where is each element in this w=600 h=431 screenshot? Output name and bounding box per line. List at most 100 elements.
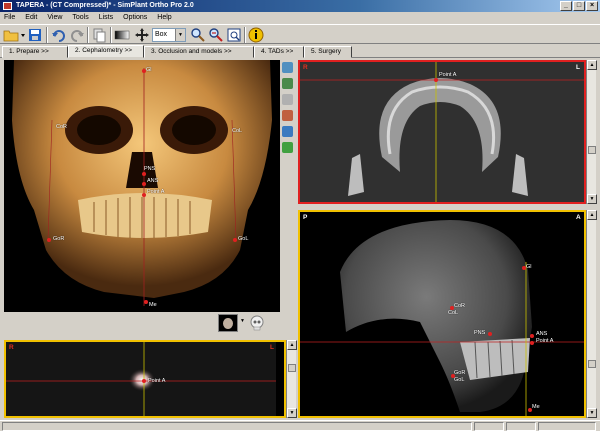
landmark-dot[interactable] [142, 172, 146, 176]
chevron-down-icon[interactable]: ▼ [175, 29, 185, 41]
box-select[interactable]: Box ▼ [152, 28, 186, 42]
layers-icon[interactable] [282, 94, 293, 105]
fit-window-icon[interactable] [226, 27, 242, 43]
sagittal-slice [300, 212, 584, 416]
scroll-down-button[interactable]: ▼ [287, 408, 297, 418]
status-bar [0, 420, 600, 431]
box-select-value: Box [155, 31, 168, 38]
toolbar-separator [46, 27, 48, 43]
scroll-up-button[interactable]: ▲ [587, 210, 597, 220]
zoom-out-icon[interactable] [208, 27, 224, 43]
cube-icon[interactable] [282, 142, 293, 153]
menu-tools[interactable]: Tools [72, 12, 88, 24]
close-button[interactable]: × [586, 1, 598, 11]
landmark-gol: GoL [454, 377, 465, 383]
status-panel [506, 422, 536, 431]
move-icon[interactable] [134, 27, 150, 43]
landmark-dot[interactable] [488, 332, 492, 336]
axial-slice-bottom [6, 342, 276, 416]
save-icon[interactable] [27, 27, 43, 43]
zoom-icon[interactable] [190, 27, 206, 43]
menu-view[interactable]: View [47, 12, 62, 24]
landmark-col: CoL [448, 310, 459, 316]
tab-occlusion-models[interactable]: 3. Occlusion and models >> [144, 46, 254, 58]
toolbar: Box ▼ [0, 24, 600, 44]
landmark-cor: CoR [56, 124, 68, 130]
landmark-pointa: Point A [147, 189, 165, 195]
scroll-thumb[interactable] [288, 364, 296, 372]
skull-icon[interactable] [248, 314, 266, 332]
tab-tads[interactable]: 4. TADs >> [254, 46, 304, 58]
tab-cephalometry[interactable]: 2. Cephalometry >> [68, 45, 144, 58]
view-axial-bottom[interactable]: R L Point A [4, 340, 286, 418]
maximize-button[interactable]: □ [573, 1, 585, 11]
landmark-gl: Gl [146, 67, 152, 73]
scroll-down-button[interactable]: ▼ [587, 194, 597, 204]
orientation-right: A [576, 214, 581, 221]
scroll-down-button[interactable]: ▼ [587, 408, 597, 418]
refresh-icon[interactable] [282, 126, 293, 137]
orientation-right: L [270, 344, 274, 351]
view-3d-render[interactable]: Gl CoR CoL PNS ANS Point A GoR GoL Me [4, 60, 280, 312]
eye-icon[interactable] [282, 78, 293, 89]
landmark-ans: ANS [536, 331, 548, 337]
menu-edit[interactable]: Edit [25, 12, 37, 24]
tab-prepare[interactable]: 1. Prepare >> [2, 46, 68, 58]
landmark-dot[interactable] [142, 182, 146, 186]
landmark-dot[interactable] [142, 379, 146, 383]
landmark-dot[interactable] [530, 341, 534, 345]
landmark-dot[interactable] [142, 193, 146, 197]
landmark-dot[interactable] [233, 238, 237, 242]
redo-icon[interactable] [69, 27, 85, 43]
menu-help[interactable]: Help [157, 12, 171, 24]
copy-icon[interactable] [91, 27, 107, 43]
landmark-col: CoL [232, 128, 243, 134]
view-axial-top[interactable]: R L Point A [298, 60, 586, 204]
render-thumbnail[interactable] [218, 314, 238, 332]
menu-file[interactable]: File [4, 12, 15, 24]
scrollbar-sagittal[interactable]: ▲ ▼ [586, 210, 597, 418]
minimize-button[interactable]: _ [560, 1, 572, 11]
paint-icon[interactable] [282, 110, 293, 121]
landmark-pointa: Point A [148, 378, 166, 384]
landmark-cor: CoR [454, 303, 466, 309]
orientation-left: R [303, 64, 308, 71]
landmark-gl: Gl [526, 264, 532, 270]
landmark-gor: GoR [454, 370, 466, 376]
status-panel [538, 422, 596, 431]
scroll-up-button[interactable]: ▲ [287, 340, 297, 350]
info-icon[interactable] [248, 27, 264, 43]
toolbar-separator [244, 27, 246, 43]
window-title: TAPERA - (CT Compressed)* - SimPlant Ort… [16, 2, 194, 9]
scroll-up-button[interactable]: ▲ [587, 60, 597, 70]
menu-options[interactable]: Options [123, 12, 147, 24]
open-folder-icon[interactable] [3, 27, 19, 43]
open-dropdown-icon[interactable] [20, 27, 26, 43]
landmark-dot[interactable] [47, 238, 51, 242]
orientation-left: R [9, 344, 14, 351]
landmark-ans: ANS [147, 178, 159, 184]
landmark-pns: PNS [474, 330, 486, 336]
scrollbar-axial-top[interactable]: ▲ ▼ [586, 60, 597, 204]
scroll-thumb[interactable] [588, 360, 596, 368]
landmark-dot[interactable] [144, 300, 148, 304]
toolbar-separator [87, 27, 89, 43]
chevron-down-icon[interactable]: ▼ [240, 318, 245, 328]
tab-surgery[interactable]: 5. Surgery [304, 46, 352, 58]
view-sagittal[interactable]: P A Gl CoR CoL PNS ANS Point A GoR GoL M… [298, 210, 586, 418]
landmark-pns: PNS [144, 166, 156, 172]
landmark-pointa: Point A [536, 338, 554, 344]
rotate-view-icon[interactable] [282, 62, 293, 73]
skull-3d-render [4, 60, 280, 312]
landmark-dot[interactable] [530, 334, 534, 338]
title-bar: TAPERA - (CT Compressed)* - SimPlant Ort… [0, 0, 600, 12]
undo-icon[interactable] [51, 27, 67, 43]
contrast-icon[interactable] [114, 27, 130, 43]
landmark-dot[interactable] [434, 78, 438, 82]
scroll-thumb[interactable] [588, 146, 596, 154]
scrollbar-axial-bottom[interactable]: ▲ ▼ [286, 340, 297, 418]
workflow-tabs: 1. Prepare >> 2. Cephalometry >> 3. Occl… [0, 45, 600, 58]
status-panel [2, 422, 472, 431]
landmark-pointa: Point A [439, 72, 457, 78]
menu-lists[interactable]: Lists [99, 12, 113, 24]
